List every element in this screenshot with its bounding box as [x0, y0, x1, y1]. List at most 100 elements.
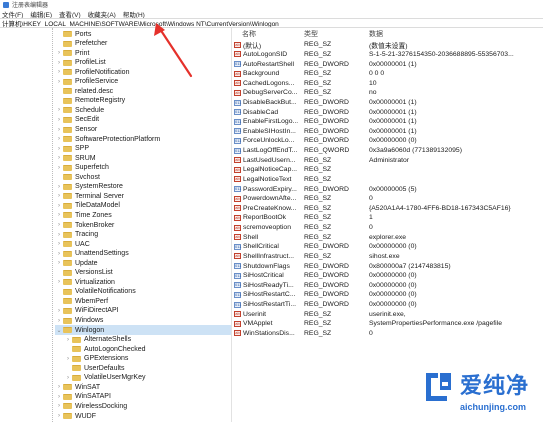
- expand-chevron-icon[interactable]: ›: [55, 155, 63, 161]
- registry-value-row[interactable]: ab WinStationsDis... REG_SZ 0: [233, 329, 543, 339]
- registry-value-row[interactable]: ab DebugServerCo... REG_SZ no: [233, 88, 543, 98]
- registry-value-row[interactable]: ab PowerdownAfte... REG_SZ 0: [233, 194, 543, 204]
- tree-item[interactable]: › ProfileNotification: [55, 67, 231, 77]
- tree-item[interactable]: › WUDF: [55, 411, 231, 421]
- expand-chevron-icon[interactable]: ›: [55, 413, 63, 419]
- expand-chevron-icon[interactable]: ›: [55, 260, 63, 266]
- expand-chevron-icon[interactable]: ›: [55, 184, 63, 190]
- expand-chevron-icon[interactable]: ›: [55, 251, 63, 257]
- tree-item[interactable]: › Terminal Server: [55, 191, 231, 201]
- tree-item[interactable]: › SPP: [55, 144, 231, 154]
- tree-item[interactable]: › WinSAT: [55, 382, 231, 392]
- tree-item[interactable]: Svchost: [55, 172, 231, 182]
- registry-value-row[interactable]: 011 AutoRestartShell REG_DWORD 0x00000001 (…: [233, 59, 543, 69]
- tree-item[interactable]: VersionsList: [55, 268, 231, 278]
- expand-chevron-icon[interactable]: ›: [55, 318, 63, 324]
- expand-chevron-icon[interactable]: ›: [55, 50, 63, 56]
- tree-item[interactable]: › Superfetch: [55, 163, 231, 173]
- expand-chevron-icon[interactable]: ⌄: [55, 327, 63, 334]
- registry-value-row[interactable]: 011 ForceUnlockLo... REG_DWORD 0x00000000 (…: [233, 136, 543, 146]
- registry-value-row[interactable]: ab LegalNoticeText REG_SZ: [233, 175, 543, 185]
- registry-value-row[interactable]: ab Background REG_SZ 0 0 0: [233, 69, 543, 79]
- tree-item[interactable]: › Sensor: [55, 125, 231, 135]
- registry-value-row[interactable]: ab ShellInfrastruct... REG_SZ sihost.exe: [233, 252, 543, 262]
- tree-item[interactable]: › Schedule: [55, 105, 231, 115]
- registry-value-row[interactable]: ab ReportBootOk REG_SZ 1: [233, 213, 543, 223]
- tree-item[interactable]: › SystemRestore: [55, 182, 231, 192]
- tree-item[interactable]: › Time Zones: [55, 210, 231, 220]
- expand-chevron-icon[interactable]: ›: [55, 193, 63, 199]
- expand-chevron-icon[interactable]: ›: [55, 403, 63, 409]
- tree-item[interactable]: › UAC: [55, 239, 231, 249]
- registry-value-row[interactable]: 011 EnableSIHostIn... REG_DWORD 0x00000001 …: [233, 127, 543, 137]
- expand-chevron-icon[interactable]: ›: [55, 212, 63, 218]
- registry-value-row[interactable]: 011 SiHostCritical REG_DWORD 0x00000000 (0): [233, 271, 543, 281]
- registry-value-row[interactable]: ab (默认) REG_SZ (数值未设置): [233, 40, 543, 50]
- registry-value-row[interactable]: 011 ShellCritical REG_DWORD 0x00000000 (0): [233, 242, 543, 252]
- menu-view[interactable]: 查看(V): [59, 9, 81, 19]
- tree-item[interactable]: RemoteRegistry: [55, 96, 231, 106]
- tree-item[interactable]: › SecEdit: [55, 115, 231, 125]
- tree-item[interactable]: Prefetcher: [55, 39, 231, 49]
- expand-chevron-icon[interactable]: ›: [64, 337, 72, 343]
- tree-item[interactable]: › Update: [55, 258, 231, 268]
- tree-item[interactable]: WbemPerf: [55, 296, 231, 306]
- tree-item[interactable]: › TokenBroker: [55, 220, 231, 230]
- registry-value-row[interactable]: ab CachedLogons... REG_SZ 10: [233, 78, 543, 88]
- tree-item[interactable]: › TileDataModel: [55, 201, 231, 211]
- tree-item[interactable]: › SoftwareProtectionPlatform: [55, 134, 231, 144]
- expand-chevron-icon[interactable]: ›: [55, 203, 63, 209]
- menu-file[interactable]: 文件(F): [2, 9, 23, 19]
- tree-item[interactable]: › ProfileService: [55, 77, 231, 87]
- expand-chevron-icon[interactable]: ›: [55, 279, 63, 285]
- tree-item[interactable]: UserDefaults: [64, 363, 231, 373]
- tree-item[interactable]: › AlternateShells: [64, 335, 231, 345]
- tree-item[interactable]: Ports: [55, 29, 231, 39]
- registry-value-row[interactable]: 011 DisableBackBut... REG_DWORD 0x00000001 …: [233, 98, 543, 108]
- tree-item[interactable]: AutoLogonChecked: [64, 344, 231, 354]
- expand-chevron-icon[interactable]: ›: [55, 127, 63, 133]
- registry-value-row[interactable]: 011 PasswordExpiry... REG_DWORD 0x00000005 …: [233, 184, 543, 194]
- tree-item[interactable]: › VolatileUserMgrKey: [64, 373, 231, 383]
- address-path[interactable]: 计算机\HKEY_LOCAL_MACHINE\SOFTWARE\Microsof…: [2, 19, 279, 27]
- expand-chevron-icon[interactable]: ›: [64, 375, 72, 381]
- expand-chevron-icon[interactable]: ›: [55, 241, 63, 247]
- tree-item[interactable]: VolatileNotifications: [55, 287, 231, 297]
- expand-chevron-icon[interactable]: ›: [55, 107, 63, 113]
- tree-item[interactable]: › UnattendSettings: [55, 249, 231, 259]
- expand-chevron-icon[interactable]: ›: [55, 136, 63, 142]
- registry-value-row[interactable]: ab LastUsedUsern... REG_SZ Administrator: [233, 155, 543, 165]
- address-bar[interactable]: 计算机\HKEY_LOCAL_MACHINE\SOFTWARE\Microsof…: [0, 18, 543, 28]
- expand-chevron-icon[interactable]: ›: [55, 69, 63, 75]
- menu-favorites[interactable]: 收藏夹(A): [88, 9, 116, 19]
- expand-chevron-icon[interactable]: ›: [55, 308, 63, 314]
- menu-help[interactable]: 帮助(H): [123, 9, 145, 19]
- tree-item[interactable]: › WirelessDocking: [55, 401, 231, 411]
- registry-value-row[interactable]: 011 LastLogOffEndT... REG_QWORD 0x3a9a6060d…: [233, 146, 543, 156]
- header-name[interactable]: 名称: [242, 29, 256, 39]
- registry-value-row[interactable]: 011 SiHostRestartTi... REG_DWORD 0x00000000…: [233, 300, 543, 310]
- registry-value-row[interactable]: ab VMApplet REG_SZ SystemPropertiesPerforma…: [233, 319, 543, 329]
- header-data[interactable]: 数据: [369, 29, 383, 39]
- tree-item[interactable]: › GPExtensions: [64, 354, 231, 364]
- expand-chevron-icon[interactable]: ›: [64, 356, 72, 362]
- registry-value-row[interactable]: 011 SiHostReadyTi... REG_DWORD 0x00000000 (…: [233, 281, 543, 291]
- registry-value-row[interactable]: ab scremoveoption REG_SZ 0: [233, 223, 543, 233]
- registry-value-row[interactable]: ab LegalNoticeCap... REG_SZ: [233, 165, 543, 175]
- registry-value-row[interactable]: 011 ShutdownFlags REG_DWORD 0x800000a7 (214…: [233, 261, 543, 271]
- menu-edit[interactable]: 编辑(E): [30, 9, 52, 19]
- tree-item[interactable]: › SRUM: [55, 153, 231, 163]
- tree-item[interactable]: › Windows: [55, 316, 231, 326]
- registry-value-row[interactable]: ab Shell REG_SZ explorer.exe: [233, 232, 543, 242]
- tree-item[interactable]: › ProfileList: [55, 58, 231, 68]
- expand-chevron-icon[interactable]: ›: [55, 60, 63, 66]
- expand-chevron-icon[interactable]: ›: [55, 165, 63, 171]
- registry-value-row[interactable]: ab Userinit REG_SZ userinit.exe,: [233, 309, 543, 319]
- registry-value-row[interactable]: ab AutoLogonSID REG_SZ S-1-5-21-3276154350-…: [233, 50, 543, 60]
- expand-chevron-icon[interactable]: ›: [55, 232, 63, 238]
- tree-item[interactable]: related.desc: [55, 86, 231, 96]
- expand-chevron-icon[interactable]: ›: [55, 146, 63, 152]
- tree-item[interactable]: ⌄ Winlogon: [55, 325, 231, 336]
- expand-chevron-icon[interactable]: ›: [55, 394, 63, 400]
- expand-chevron-icon[interactable]: ›: [55, 79, 63, 85]
